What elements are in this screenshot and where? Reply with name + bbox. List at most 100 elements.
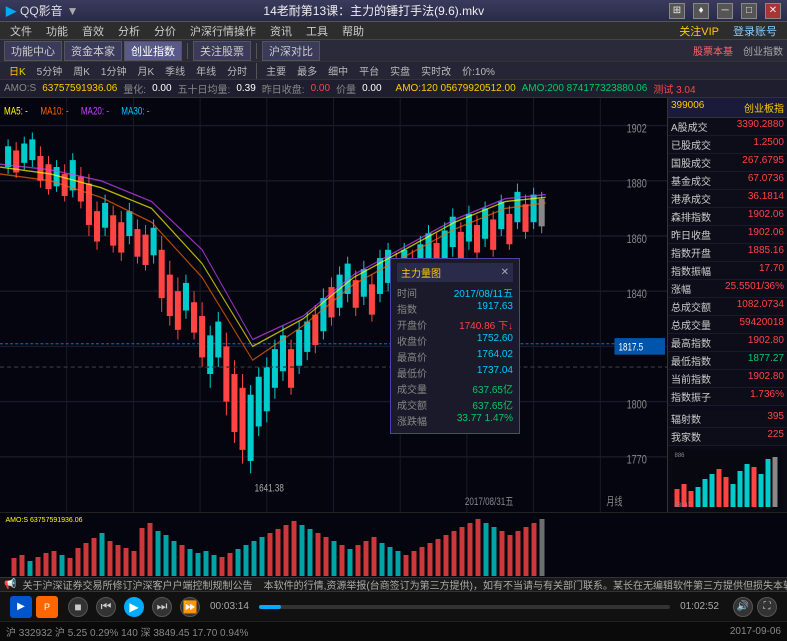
player-controls: ■ ⏮ ▶ ⏭ ⏩ [68, 597, 200, 617]
stock-val-5: 36.1814 [748, 191, 784, 206]
close-btn[interactable]: ✕ [765, 3, 781, 19]
tab-1min[interactable]: 1分钟 [96, 62, 132, 80]
toolbar-region: 创业指数 [743, 43, 783, 58]
stock-label-12: 总成交量 [671, 317, 711, 332]
tab-medium[interactable]: 细中 [323, 62, 353, 80]
tab-price10[interactable]: 价:10% [457, 62, 500, 80]
chart-wrapper[interactable]: 1902 1880 1860 1840 1820 1800 1770 [0, 98, 667, 512]
tab-quarter[interactable]: 季线 [160, 62, 190, 80]
stock-val-11: 1082.0734 [737, 299, 784, 314]
stock-label-9: 指数振幅 [671, 263, 711, 278]
stock-val-3: 267.6795 [742, 155, 784, 170]
progress-bar[interactable] [259, 605, 670, 609]
stock-row-9: 指数振幅 17.70 [668, 262, 787, 280]
menu-info[interactable]: 资讯 [264, 22, 298, 40]
btn-chuangye[interactable]: 创业指数 [124, 41, 182, 61]
btn-fund[interactable]: 资金本家 [64, 41, 122, 61]
tooltip-close-row: 收盘价 1752.60 [397, 333, 513, 348]
tab-most[interactable]: 最多 [292, 62, 322, 80]
tab-realchange[interactable]: 实时改 [416, 62, 456, 80]
menu-analyze[interactable]: 分析 [112, 22, 146, 40]
tooltip-time-label: 时间 [397, 285, 417, 300]
tab-monthly[interactable]: 月K [132, 62, 159, 80]
btn-compare[interactable]: 沪深对比 [262, 41, 320, 61]
chart-svg: 1902 1880 1860 1840 1820 1800 1770 [0, 98, 667, 512]
tab-platform[interactable]: 平台 [354, 62, 384, 80]
stock-header: 399006 创业板指 [668, 98, 787, 118]
stock-val-6: 1902.06 [748, 209, 784, 224]
svg-text:MA10: -: MA10: - [40, 105, 68, 118]
stock-label-5: 港承成交 [671, 191, 711, 206]
stop-btn[interactable]: ■ [68, 597, 88, 617]
menu-help[interactable]: 帮助 [336, 22, 370, 40]
time-current: 00:03:14 [210, 601, 249, 612]
vol-btn[interactable]: 🔊 [733, 597, 753, 617]
sep2 [256, 43, 257, 59]
menu-bar: 文件 功能 音效 分析 分价 沪深行情操作 资讯 工具 帮助 关注VIP 登录账… [0, 22, 787, 40]
menu-tools[interactable]: 工具 [300, 22, 334, 40]
stock-val-8: 1885.16 [748, 245, 784, 260]
screen-btn[interactable]: ⊞ [669, 3, 685, 19]
stock-val-12: 59420018 [740, 317, 785, 332]
maximize-btn[interactable]: □ [741, 3, 757, 19]
menu-audio[interactable]: 音效 [76, 22, 110, 40]
menu-vip[interactable]: 关注VIP [673, 22, 725, 40]
info-prev-val: 0.00 [311, 83, 330, 94]
app-logo: ▶ [6, 3, 16, 19]
menu-login[interactable]: 登录账号 [727, 22, 783, 40]
fullscreen-btn[interactable]: ⛶ [757, 597, 777, 617]
tab-main[interactable]: 主要 [261, 62, 291, 80]
news-text: 关于沪深证券交易所修订沪深客户户端控制规制公告 本软件的行情,资源举报(台商签订… [22, 577, 787, 591]
tooltip-index-val: 1917.63 [477, 301, 513, 316]
tab-daily[interactable]: 日K [4, 62, 31, 80]
tab-realtime[interactable]: 实盘 [385, 62, 415, 80]
stock-row-17: 辐射数 395 [668, 410, 787, 428]
info-amo-label: AMO:S [4, 83, 36, 94]
tab-5min[interactable]: 5分钟 [32, 62, 68, 80]
tooltip-low-label: 最低价 [397, 365, 427, 380]
stock-label-15: 当前指数 [671, 371, 711, 386]
forward-btn[interactable]: ⏩ [180, 597, 200, 617]
svg-text:1817.5: 1817.5 [618, 341, 643, 354]
title-bar: ▶ QQ影音 ▼ 14老耐第13课：主力的锤打手法(9.6).mkv ⊞ ♦ ─… [0, 0, 787, 22]
btn-watchlist[interactable]: 关注股票 [193, 41, 251, 61]
menu-file[interactable]: 文件 [4, 22, 38, 40]
stock-val-9: 17.70 [759, 263, 784, 278]
tooltip-close[interactable]: ✕ [501, 267, 509, 278]
svg-text:月线: 月线 [606, 495, 622, 509]
menu-market[interactable]: 沪深行情操作 [184, 22, 262, 40]
stock-label-18: 我家数 [671, 429, 701, 444]
btn-function-center[interactable]: 功能中心 [4, 41, 62, 61]
tab-timeshare[interactable]: 分时 [222, 62, 252, 80]
tooltip-low-val: 1737.04 [477, 365, 513, 380]
menu-price[interactable]: 分价 [148, 22, 182, 40]
next-btn[interactable]: ⏭ [152, 597, 172, 617]
minimize-btn[interactable]: ─ [717, 3, 733, 19]
bookmark-btn[interactable]: ♦ [693, 3, 709, 19]
tab-weekly[interactable]: 周K [68, 62, 95, 80]
svg-text:1880: 1880 [627, 177, 647, 191]
stock-val-10: 25.5501/36% [725, 281, 784, 296]
tooltip-open-row: 开盘价 1740.86 下↓ [397, 317, 513, 332]
prev-btn[interactable]: ⏮ [96, 597, 116, 617]
play-btn[interactable]: ▶ [124, 597, 144, 617]
stock-row-4: 基金成交 67.0736 [668, 172, 787, 190]
stock-val-14: 1877.27 [748, 353, 784, 368]
app-menu-arrow[interactable]: ▼ [67, 4, 79, 18]
menu-function[interactable]: 功能 [40, 22, 74, 40]
stock-row-18: 我家数 225 [668, 428, 787, 446]
svg-text:1902: 1902 [627, 122, 647, 136]
tooltip-change-val: 33.77 1.47% [457, 413, 513, 428]
tooltip-vol-val: 637.65亿 [472, 381, 513, 396]
stock-row-10: 涨幅 25.5501/36% [668, 280, 787, 298]
tooltip-high-row: 最高价 1764.02 [397, 349, 513, 364]
tooltip-time-row: 时间 2017/08/11五 [397, 285, 513, 300]
stock-label-11: 总成交额 [671, 299, 711, 314]
tab-year[interactable]: 年线 [191, 62, 221, 80]
tooltip-open-val: 1740.86 下↓ [459, 317, 513, 332]
window-title: 14老耐第13课：主力的锤打手法(9.6).mkv [79, 2, 669, 19]
main-area: 1902 1880 1860 1840 1820 1800 1770 [0, 98, 787, 577]
volume-controls: 🔊 ⛶ [733, 597, 777, 617]
chart-tooltip: 主力量图 ✕ 时间 2017/08/11五 指数 1917.63 开盘价 174… [390, 258, 520, 434]
tooltip-amount-row: 成交额 637.65亿 [397, 397, 513, 412]
